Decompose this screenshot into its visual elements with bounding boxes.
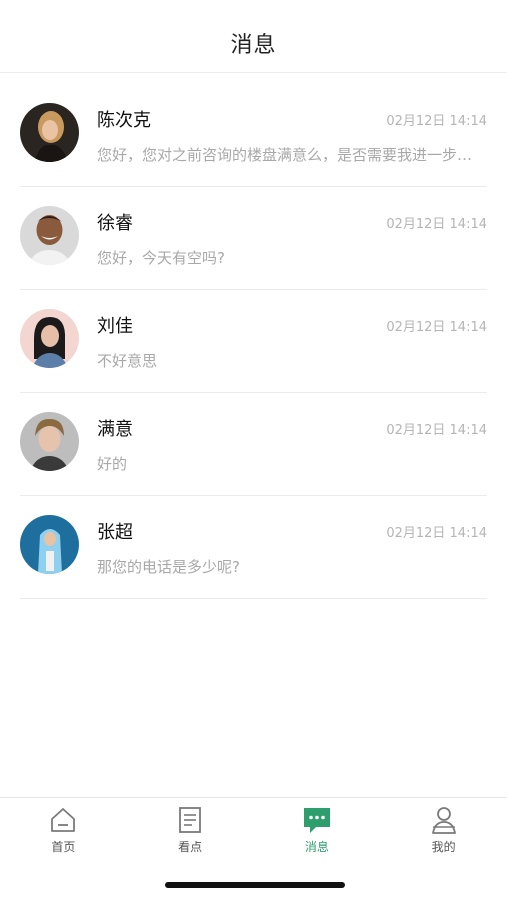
- article-icon: [179, 807, 202, 833]
- tab-articles[interactable]: 看点: [127, 798, 254, 862]
- avatar[interactable]: [20, 206, 79, 265]
- message-preview: 您好，今天有空吗?: [97, 249, 225, 267]
- avatar[interactable]: [20, 309, 79, 368]
- message-icon: [303, 808, 330, 833]
- tab-profile[interactable]: 我的: [380, 798, 507, 862]
- contact-name: 刘佳: [97, 316, 133, 337]
- page-title: 消息: [230, 33, 277, 58]
- message-preview: 不好意思: [97, 352, 158, 370]
- tab-label: 看点: [178, 840, 203, 854]
- nav-header: 消息: [0, 0, 507, 73]
- message-time: 02月12日 14:14: [386, 114, 487, 129]
- tab-messages[interactable]: 消息: [254, 798, 381, 862]
- home-indicator[interactable]: [165, 882, 345, 888]
- tab-label: 首页: [51, 840, 76, 854]
- message-time: 02月12日 14:14: [386, 423, 487, 438]
- message-preview: 那您的电话是多少呢?: [97, 558, 240, 576]
- home-icon: [51, 808, 76, 832]
- contact-name: 徐睿: [97, 213, 133, 234]
- message-time: 02月12日 14:14: [386, 526, 487, 541]
- contact-name: 满意: [97, 419, 133, 440]
- contact-name: 陈次克: [97, 110, 151, 131]
- tab-label: 我的: [431, 840, 456, 854]
- conversation-item[interactable]: 满意 02月12日 14:14 好的: [20, 393, 487, 496]
- tab-label: 消息: [304, 840, 329, 854]
- avatar[interactable]: [20, 412, 79, 471]
- message-time: 02月12日 14:14: [386, 320, 487, 335]
- conversation-item[interactable]: 徐睿 02月12日 14:14 您好，今天有空吗?: [20, 187, 487, 290]
- messages-page: 消息 陈次克 02月12日 14:14 您好，您对之前咨询的楼盘满意么，是否需要…: [0, 0, 507, 900]
- tab-bar: 首页 看点 消息 我的: [0, 797, 507, 862]
- avatar[interactable]: [20, 103, 79, 162]
- tab-home[interactable]: 首页: [0, 798, 127, 862]
- conversation-item[interactable]: 刘佳 02月12日 14:14 不好意思: [20, 290, 487, 393]
- conversation-item[interactable]: 张超 02月12日 14:14 那您的电话是多少呢?: [20, 496, 487, 599]
- message-preview: 您好，您对之前咨询的楼盘满意么，是否需要我进一步为您介绍？: [97, 146, 487, 164]
- contact-name: 张超: [97, 522, 133, 543]
- avatar[interactable]: [20, 515, 79, 574]
- conversation-item[interactable]: 陈次克 02月12日 14:14 您好，您对之前咨询的楼盘满意么，是否需要我进一…: [20, 84, 487, 187]
- message-time: 02月12日 14:14: [386, 217, 487, 232]
- profile-icon: [431, 807, 456, 834]
- conversation-list: 陈次克 02月12日 14:14 您好，您对之前咨询的楼盘满意么，是否需要我进一…: [0, 84, 507, 599]
- message-preview: 好的: [97, 455, 128, 473]
